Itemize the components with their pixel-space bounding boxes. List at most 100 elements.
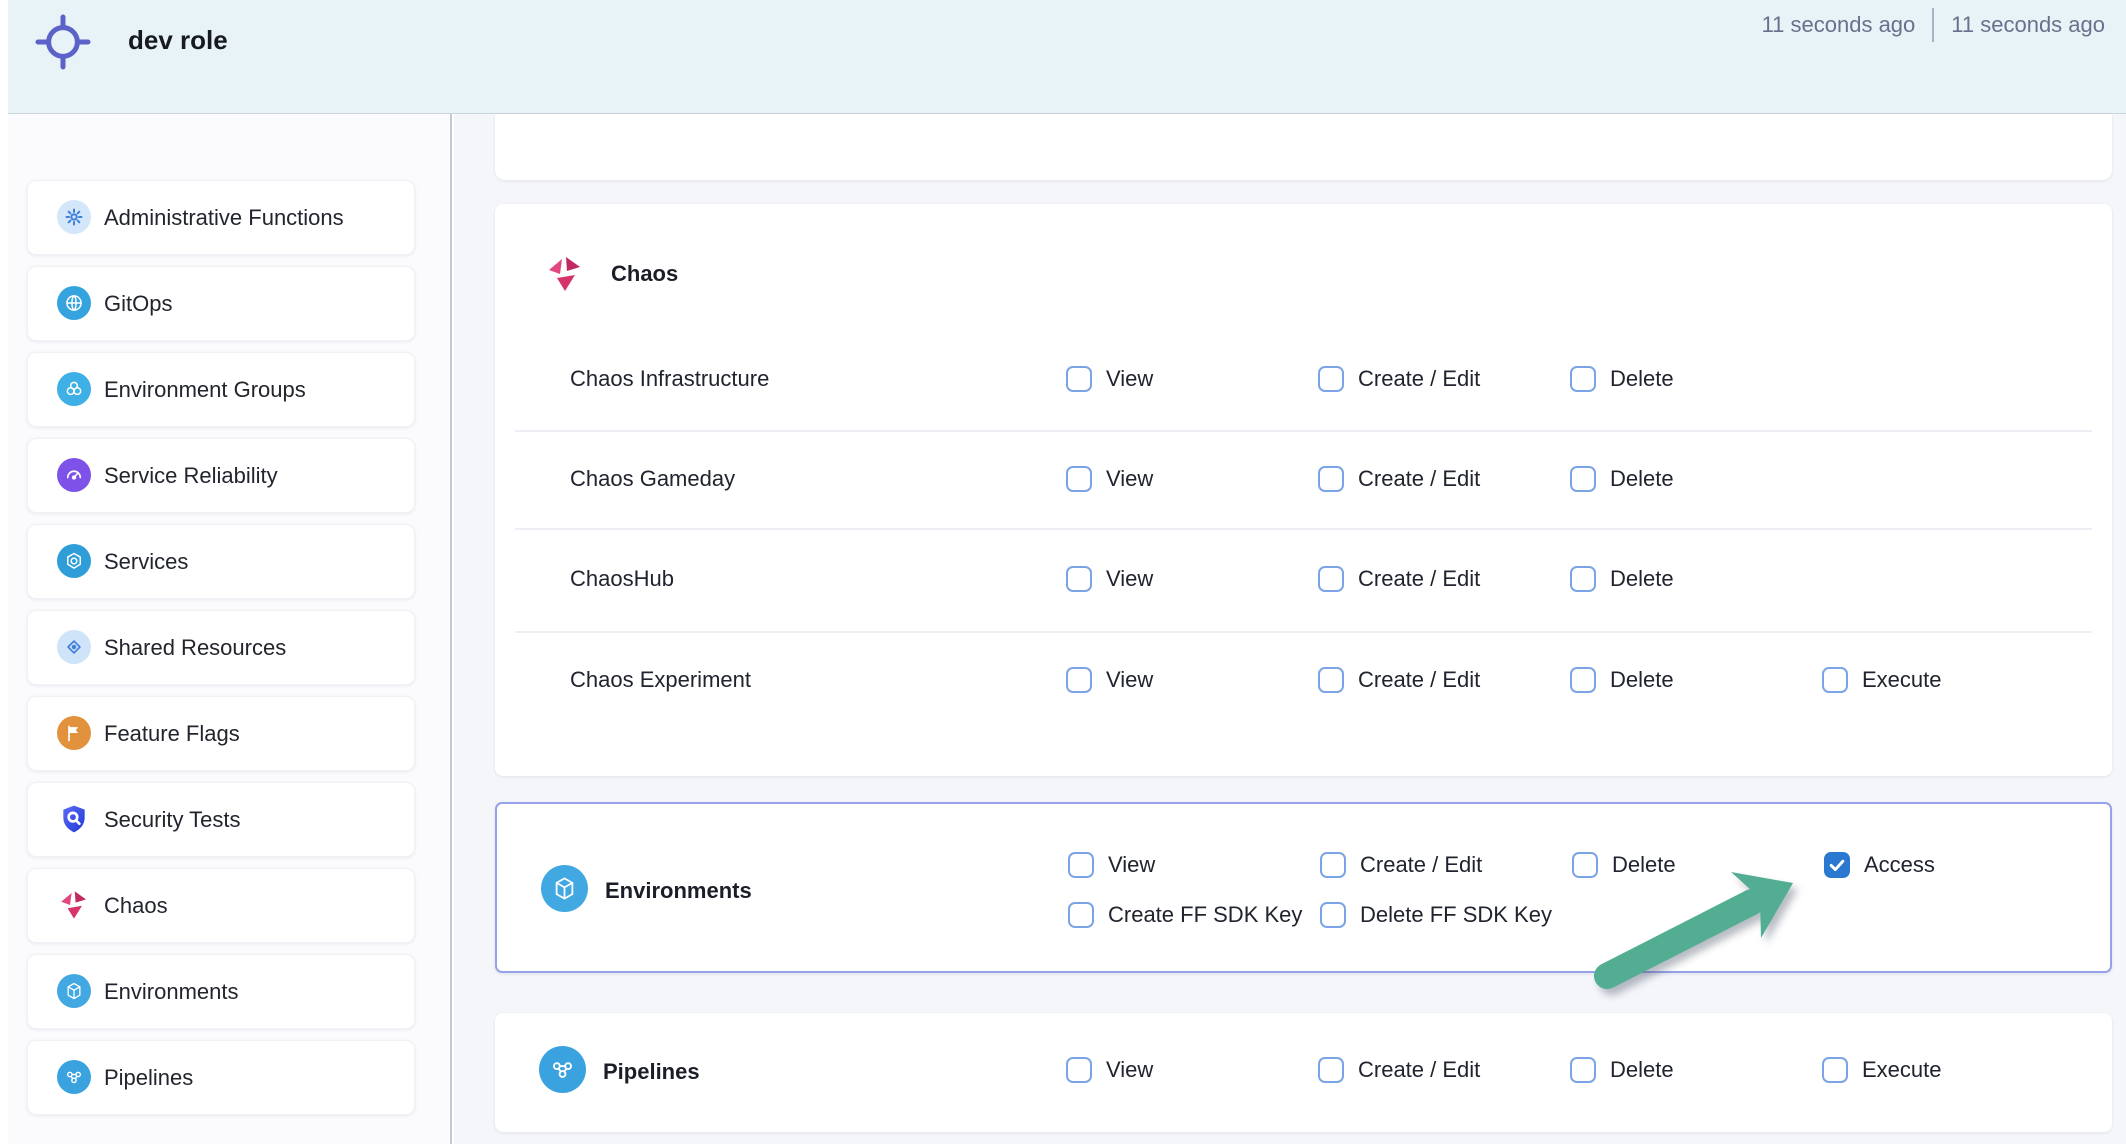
delete-permission: Delete [1570, 1053, 1674, 1087]
services-hexagon-icon [57, 544, 91, 578]
view-checkbox[interactable] [1066, 366, 1092, 392]
sidebar-item-chaos[interactable]: Chaos [27, 868, 415, 943]
create-edit-checkbox[interactable] [1318, 667, 1344, 693]
sidebar-item-shared-resources[interactable]: Shared Resources [27, 610, 415, 685]
sidebar-item-label: GitOps [104, 267, 172, 340]
execute-checkbox[interactable] [1822, 667, 1848, 693]
create-edit-checkbox[interactable] [1318, 566, 1344, 592]
partial-card-above [495, 114, 2112, 180]
permission-label: View [1106, 667, 1153, 693]
delete-permission: Delete [1570, 663, 1674, 697]
role-target-icon [33, 12, 93, 72]
permissions-panel: Chaos Chaos InfrastructureViewCreate / E… [454, 114, 2126, 1144]
resource-row-label: ChaosHub [570, 564, 674, 594]
role-permissions-page: dev role 11 seconds ago 11 seconds ago A… [0, 0, 2126, 1144]
view-checkbox[interactable] [1066, 566, 1092, 592]
permission-label: Delete [1612, 852, 1676, 878]
sidebar-item-environments[interactable]: Environments [27, 954, 415, 1029]
environment-groups-icon [57, 372, 91, 406]
view-permission: View [1066, 562, 1153, 596]
sidebar-item-administrative-functions[interactable]: Administrative Functions [27, 180, 415, 255]
permission-label: View [1108, 852, 1155, 878]
permission-label: View [1106, 466, 1153, 492]
row-divider [515, 631, 2092, 633]
create-edit-permission: Create / Edit [1320, 848, 1482, 882]
permission-label: View [1106, 1057, 1153, 1083]
view-checkbox[interactable] [1066, 667, 1092, 693]
permission-label: Delete [1610, 466, 1674, 492]
create-ff-sdk-key-permission: Create FF SDK Key [1068, 898, 1302, 932]
shield-magnifier-icon [57, 802, 91, 836]
create-edit-checkbox[interactable] [1320, 852, 1346, 878]
sidebar-item-service-reliability[interactable]: Service Reliability [27, 438, 415, 513]
sidebar-item-label: Pipelines [104, 1041, 193, 1114]
create-ff-sdk-key-checkbox[interactable] [1068, 902, 1094, 928]
create-edit-checkbox[interactable] [1318, 366, 1344, 392]
resource-row-label: Chaos Infrastructure [570, 364, 769, 394]
permission-label: View [1106, 366, 1153, 392]
permission-label: Access [1864, 852, 1935, 878]
create-edit-checkbox[interactable] [1318, 1057, 1344, 1083]
execute-checkbox[interactable] [1822, 1057, 1848, 1083]
delete-checkbox[interactable] [1570, 366, 1596, 392]
sidebar-item-services[interactable]: Services [27, 524, 415, 599]
page-title: dev role [128, 25, 228, 56]
view-permission: View [1066, 663, 1153, 697]
updated-timestamp: 11 seconds ago [1932, 8, 2122, 42]
create-edit-permission: Create / Edit [1318, 663, 1480, 697]
create-edit-permission: Create / Edit [1318, 462, 1480, 496]
permission-label: Delete FF SDK Key [1360, 902, 1552, 928]
sidebar-item-label: Environment Groups [104, 353, 306, 426]
access-permission: Access [1824, 848, 1935, 882]
create-edit-permission: Create / Edit [1318, 362, 1480, 396]
sidebar-item-gitops[interactable]: GitOps [27, 266, 415, 341]
create-edit-permission: Create / Edit [1318, 1053, 1480, 1087]
permission-label: Delete [1610, 667, 1674, 693]
sidebar-item-environment-groups[interactable]: Environment Groups [27, 352, 415, 427]
permission-label: Execute [1862, 667, 1942, 693]
delete-checkbox[interactable] [1570, 1057, 1596, 1083]
delete-permission: Delete [1570, 562, 1674, 596]
permission-label: View [1106, 566, 1153, 592]
create-edit-permission: Create / Edit [1318, 562, 1480, 596]
shared-diamond-icon [57, 630, 91, 664]
view-checkbox[interactable] [1066, 1057, 1092, 1083]
delete-checkbox[interactable] [1572, 852, 1598, 878]
permission-label: Create / Edit [1360, 852, 1482, 878]
pipelines-chain-icon [57, 1060, 91, 1094]
permission-label: Create / Edit [1358, 566, 1480, 592]
sidebar-item-label: Services [104, 525, 188, 598]
delete-checkbox[interactable] [1570, 566, 1596, 592]
view-permission: View [1066, 462, 1153, 496]
delete-checkbox[interactable] [1570, 667, 1596, 693]
resource-category-sidebar: Administrative Functions GitOps Environmen… [8, 114, 452, 1144]
permission-label: Create / Edit [1358, 366, 1480, 392]
pipelines-chain-icon [539, 1046, 586, 1093]
sidebar-item-label: Chaos [104, 869, 168, 942]
create-edit-checkbox[interactable] [1318, 466, 1344, 492]
sidebar-item-label: Administrative Functions [104, 181, 344, 254]
view-checkbox[interactable] [1066, 466, 1092, 492]
access-checkbox[interactable] [1824, 852, 1850, 878]
delete-checkbox[interactable] [1570, 466, 1596, 492]
card-title: Pipelines [603, 1059, 700, 1085]
sidebar-item-label: Security Tests [104, 783, 241, 856]
delete-permission: Delete [1572, 848, 1676, 882]
resource-row-label: Chaos Experiment [570, 665, 751, 695]
card-title: Environments [605, 878, 752, 904]
created-timestamp: 11 seconds ago [1745, 8, 1933, 42]
page-header: dev role 11 seconds ago 11 seconds ago [8, 0, 2126, 114]
environments-permissions-card: Environments View Create / Edit Delete Acce… [495, 802, 2112, 973]
sidebar-item-pipelines[interactable]: Pipelines [27, 1040, 415, 1115]
sidebar-item-security-tests[interactable]: Security Tests [27, 782, 415, 857]
delete-ff-sdk-key-checkbox[interactable] [1320, 902, 1346, 928]
timestamps: 11 seconds ago 11 seconds ago [1745, 8, 2122, 42]
view-checkbox[interactable] [1068, 852, 1094, 878]
chaos-permissions-card: Chaos Chaos InfrastructureViewCreate / E… [495, 204, 2112, 776]
gear-icon [57, 200, 91, 234]
resource-row-label: Chaos Gameday [570, 464, 735, 494]
chaos-pinwheel-icon [545, 254, 585, 294]
sidebar-item-feature-flags[interactable]: Feature Flags [27, 696, 415, 771]
delete-permission: Delete [1570, 462, 1674, 496]
row-divider [515, 430, 2092, 432]
